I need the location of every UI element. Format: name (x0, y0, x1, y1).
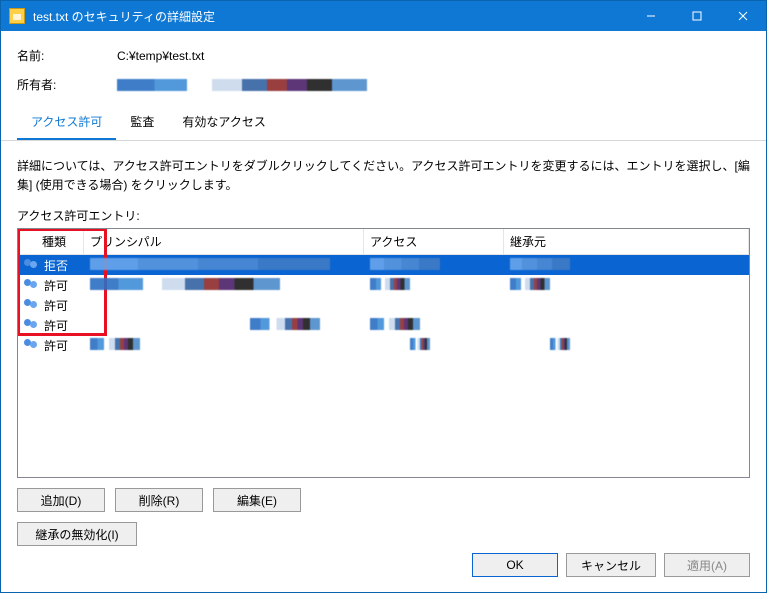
add-button[interactable]: 追加(D) (17, 488, 105, 512)
col-access[interactable]: アクセス (364, 229, 504, 254)
entry-access-redacted (370, 278, 410, 290)
group-icon (24, 339, 40, 351)
tab-effective-access[interactable]: 有効なアクセス (168, 107, 279, 140)
entry-inherited-redacted (510, 258, 570, 270)
entry-access-redacted (370, 318, 420, 330)
dialog-footer: OK キャンセル 適用(A) (1, 548, 766, 592)
table-row[interactable]: 許可 (18, 315, 749, 335)
group-icon (24, 319, 40, 331)
group-icon (24, 279, 40, 291)
entry-buttons-row: 追加(D) 削除(R) 編集(E) (17, 488, 750, 512)
titlebar[interactable]: test.txt のセキュリティの詳細設定 (1, 1, 766, 31)
maximize-icon (692, 11, 702, 21)
col-inherited[interactable]: 継承元 (504, 229, 749, 254)
entry-inherited-redacted (510, 278, 550, 290)
owner-value-redacted (117, 79, 367, 91)
disable-inheritance-button[interactable]: 継承の無効化(I) (17, 522, 137, 546)
content-area: 名前: C:¥temp¥test.txt 所有者: アクセス許可 監査 有効なア… (1, 31, 766, 548)
cancel-button[interactable]: キャンセル (566, 553, 656, 577)
table-row[interactable]: 許可 (18, 295, 749, 315)
maximize-button[interactable] (674, 1, 720, 31)
entry-type: 許可 (44, 317, 68, 334)
entry-principal-redacted (90, 278, 280, 290)
tabstrip: アクセス許可 監査 有効なアクセス (1, 107, 766, 141)
close-icon (738, 11, 748, 21)
table-row[interactable]: 拒否 (18, 255, 749, 275)
entry-type: 許可 (44, 297, 68, 314)
ok-button[interactable]: OK (472, 553, 558, 577)
entries-label: アクセス許可エントリ: (17, 207, 750, 224)
help-text: 詳細については、アクセス許可エントリをダブルクリックしてください。アクセス許可エ… (17, 157, 750, 195)
col-principal[interactable]: プリンシパル (84, 229, 364, 254)
folder-icon (9, 8, 25, 24)
remove-button[interactable]: 削除(R) (115, 488, 203, 512)
apply-button[interactable]: 適用(A) (664, 553, 750, 577)
edit-button[interactable]: 編集(E) (213, 488, 301, 512)
list-header: 種類 プリンシパル アクセス 継承元 (18, 229, 749, 255)
minimize-button[interactable] (628, 1, 674, 31)
entry-inherited-redacted (550, 338, 570, 350)
name-row: 名前: C:¥temp¥test.txt (17, 47, 750, 64)
entry-access-redacted (370, 258, 440, 270)
table-row[interactable]: 許可 (18, 335, 749, 355)
permission-entries-list[interactable]: 種類 プリンシパル アクセス 継承元 拒否 許可 (17, 228, 750, 478)
entry-principal-redacted (90, 338, 140, 350)
table-row[interactable]: 許可 (18, 275, 749, 295)
entry-principal-redacted (250, 318, 320, 330)
owner-row: 所有者: (17, 76, 750, 93)
name-label: 名前: (17, 47, 117, 64)
entry-access-redacted (410, 338, 430, 350)
entry-principal-redacted (90, 258, 330, 270)
tab-permissions[interactable]: アクセス許可 (17, 107, 116, 140)
owner-label: 所有者: (17, 76, 117, 93)
tab-auditing[interactable]: 監査 (116, 107, 168, 140)
entry-type: 許可 (44, 337, 68, 354)
name-value: C:¥temp¥test.txt (117, 49, 204, 63)
close-button[interactable] (720, 1, 766, 31)
security-advanced-window: test.txt のセキュリティの詳細設定 名前: C:¥temp¥test.t… (0, 0, 767, 593)
group-icon (24, 299, 40, 311)
col-type[interactable]: 種類 (18, 229, 84, 254)
entry-type: 拒否 (44, 257, 68, 274)
entry-type: 許可 (44, 277, 68, 294)
group-icon (24, 259, 40, 271)
inherit-buttons-row: 継承の無効化(I) (17, 522, 750, 546)
list-rows: 拒否 許可 許可 許可 (18, 255, 749, 355)
minimize-icon (646, 11, 656, 21)
window-title: test.txt のセキュリティの詳細設定 (33, 8, 628, 25)
